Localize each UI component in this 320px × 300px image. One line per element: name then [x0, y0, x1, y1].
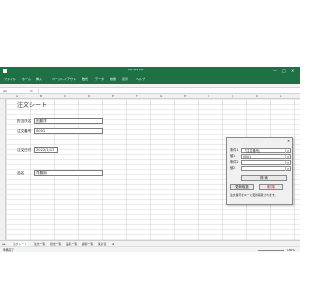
name-box[interactable]: A1: [3, 89, 7, 93]
chevron-down-icon[interactable]: ▾: [285, 155, 290, 159]
field-label-product: 品名: [17, 171, 25, 175]
column-header[interactable]: J: [232, 94, 233, 98]
value2-label: 値2: [230, 166, 236, 170]
column-header[interactable]: E: [112, 94, 114, 98]
dialog-close-button[interactable]: ✕: [287, 139, 290, 144]
search-dialog: ✕ 条件1 「注文番号」 ▾ 値1 0001 ▾ 条件2 ▾ 値2 ▾ 検 索 …: [226, 137, 293, 205]
chevron-down-icon[interactable]: ▾: [285, 167, 290, 171]
column-header[interactable]: C: [64, 94, 66, 98]
formula-bar: A1 fx: [0, 87, 300, 94]
update-button[interactable]: 更新取扱: [230, 184, 254, 190]
menu-insert[interactable]: 挿入: [36, 78, 42, 81]
search-button[interactable]: 検 索: [241, 175, 287, 181]
excel-logo-icon: [3, 69, 7, 73]
field-label-staff: 担当氏名: [17, 119, 32, 123]
column-header[interactable]: I: [208, 94, 209, 98]
field-label-order-no: 注文番号: [17, 129, 32, 133]
close-window-button[interactable]: ✕: [291, 68, 294, 73]
chevron-down-icon[interactable]: ▾: [285, 149, 290, 153]
condition2-label: 条件2: [230, 160, 239, 164]
chevron-down-icon[interactable]: ▾: [285, 161, 290, 165]
bottom-blank-area: [0, 252, 300, 300]
column-header[interactable]: K: [256, 94, 258, 98]
menu-page-layout[interactable]: ページレイアウト: [52, 78, 76, 81]
sheet-title: 注文シート: [17, 102, 48, 109]
menu-review[interactable]: 校閲: [110, 78, 116, 81]
fx-icon[interactable]: fx: [30, 89, 33, 93]
menu-view[interactable]: 表示: [122, 78, 128, 81]
title-bar: *** *** *** — □ ✕: [0, 67, 300, 75]
column-header[interactable]: D: [88, 94, 90, 98]
value1-label: 値1: [230, 154, 236, 158]
menu-data[interactable]: データ: [95, 78, 104, 81]
value1-value: 0001: [243, 155, 252, 159]
condition1-value: 「注文番号」: [243, 149, 263, 153]
delete-button[interactable]: 削 除: [259, 184, 283, 190]
row-headers: [0, 99, 6, 240]
column-header[interactable]: L: [280, 94, 282, 98]
condition2-select[interactable]: ▾: [241, 160, 291, 165]
value1-select[interactable]: 0001 ▾: [241, 154, 291, 159]
menu-help[interactable]: ヘルプ: [136, 78, 145, 81]
field-label-order-date: 注文日付: [17, 148, 32, 152]
order-date-cell[interactable]: 2022/1/17: [34, 147, 58, 153]
condition1-label: 条件1: [230, 148, 239, 152]
column-header[interactable]: H: [184, 94, 186, 98]
menu-formulas[interactable]: 数式: [82, 78, 88, 81]
menu-file[interactable]: ファイル: [4, 78, 16, 81]
column-header[interactable]: B: [40, 94, 42, 98]
product-name-cell[interactable]: 洋服用: [34, 170, 103, 176]
order-number-cell[interactable]: 0001: [34, 128, 103, 134]
ribbon-menu: ファイル ホーム 挿入 ページレイアウト 数式 データ 校閲 表示 ヘルプ: [0, 75, 300, 84]
value2-select[interactable]: ▾: [241, 166, 291, 171]
top-blank-area: [0, 0, 300, 67]
column-header[interactable]: G: [160, 94, 162, 98]
column-header[interactable]: A: [16, 94, 18, 98]
zoom-slider[interactable]: [258, 249, 284, 251]
formula-input[interactable]: [38, 89, 296, 93]
minimize-button[interactable]: —: [273, 68, 277, 73]
menu-home[interactable]: ホーム: [22, 78, 31, 81]
column-header[interactable]: F: [136, 94, 138, 98]
status-ready: 準備完了: [3, 247, 15, 252]
zoom-level[interactable]: 100%: [287, 248, 295, 252]
window-title: *** *** ***: [128, 68, 144, 72]
condition1-select[interactable]: 「注文番号」 ▾: [241, 148, 291, 153]
dialog-note: 注文番号をキーに更新取扱されます。: [230, 193, 278, 197]
maximize-button[interactable]: □: [282, 68, 286, 73]
staff-name-cell[interactable]: 田藤洋: [34, 118, 103, 124]
